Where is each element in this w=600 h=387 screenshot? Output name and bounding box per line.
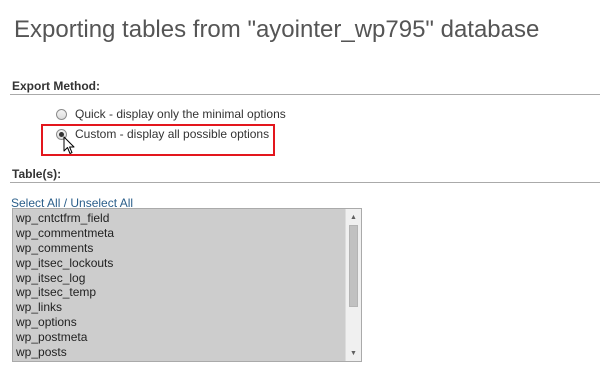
tables-multiselect[interactable]: wp_cntctfrm_field wp_commentmeta wp_comm…: [12, 208, 362, 362]
export-method-heading: Export Method:: [12, 79, 100, 93]
table-option[interactable]: wp_itsec_log: [13, 271, 346, 286]
quick-option-label: Quick - display only the minimal options: [75, 107, 286, 121]
scrollbar-thumb[interactable]: [349, 225, 358, 307]
tables-heading: Table(s):: [12, 167, 62, 181]
page-title: Exporting tables from "ayointer_wp795" d…: [14, 16, 540, 43]
table-option[interactable]: wp_postmeta: [13, 330, 346, 345]
table-list-items: wp_cntctfrm_field wp_commentmeta wp_comm…: [13, 211, 346, 360]
mouse-pointer-icon: [63, 136, 75, 154]
table-option[interactable]: wp_itsec_lockouts: [13, 256, 346, 271]
table-option[interactable]: wp_itsec_temp: [13, 285, 346, 300]
table-list-scrollbar[interactable]: ▲ ▼: [345, 209, 361, 361]
custom-option-highlight: [41, 124, 275, 156]
export-method-divider: [10, 94, 600, 95]
tables-divider: [10, 182, 600, 183]
quick-export-option[interactable]: Quick - display only the minimal options: [56, 106, 286, 122]
table-option[interactable]: wp_posts: [13, 345, 346, 360]
table-option[interactable]: wp_options: [13, 315, 346, 330]
quick-radio-button[interactable]: [56, 108, 67, 120]
table-option[interactable]: wp_cntctfrm_field: [13, 211, 346, 226]
table-option[interactable]: wp_commentmeta: [13, 226, 346, 241]
table-option[interactable]: wp_comments: [13, 241, 346, 256]
chevron-up-icon[interactable]: ▲: [346, 210, 361, 224]
table-option[interactable]: wp_links: [13, 300, 346, 315]
chevron-down-icon[interactable]: ▼: [346, 346, 361, 360]
